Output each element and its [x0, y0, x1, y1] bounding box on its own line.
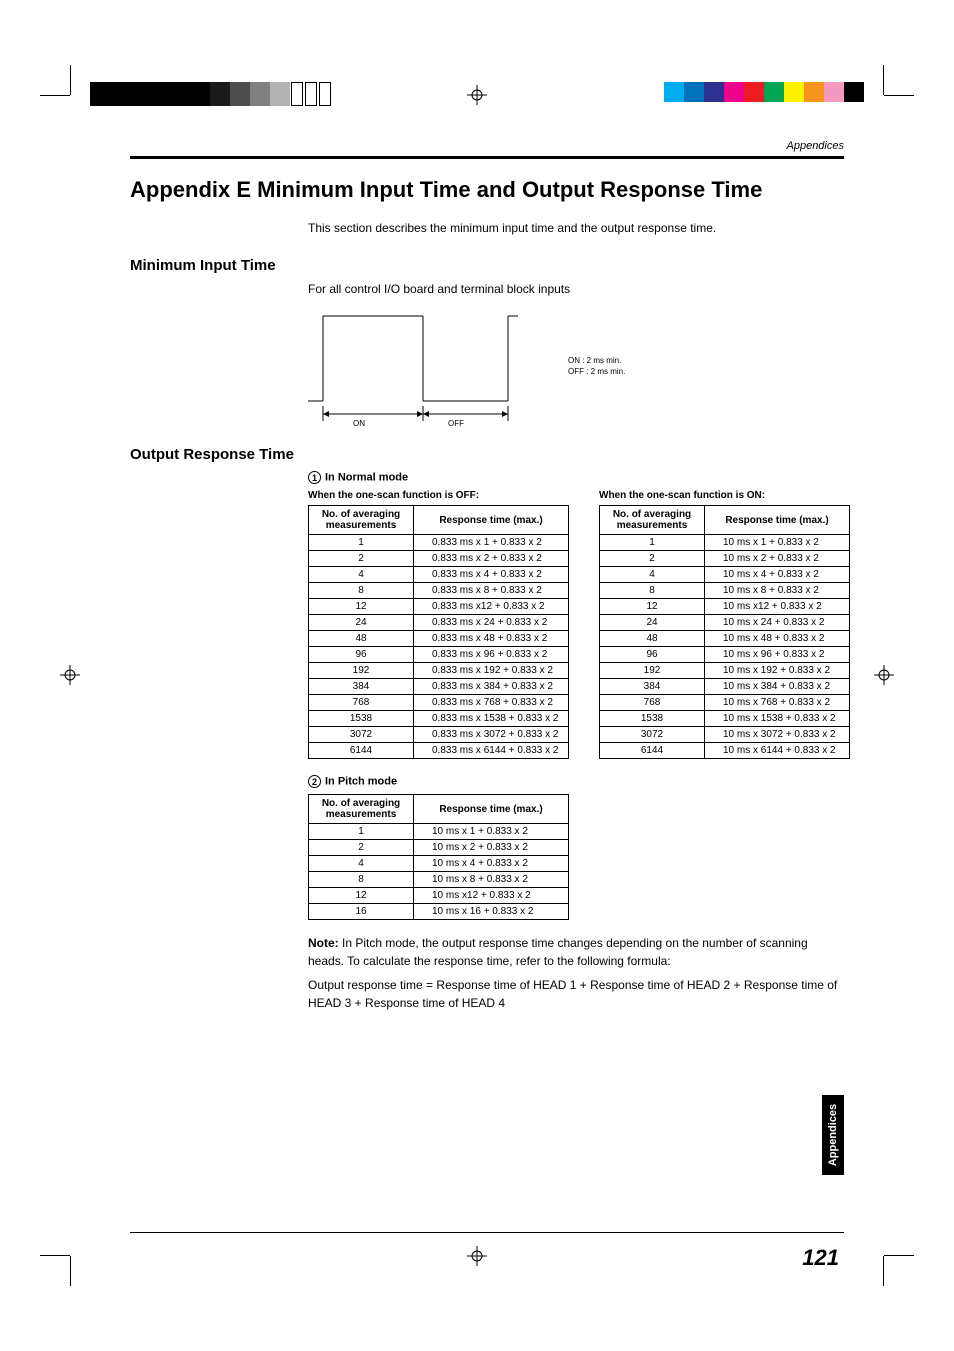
crop-mark [70, 65, 71, 95]
table-row: 3840.833 ms x 384 + 0.833 x 2 [309, 679, 569, 695]
header-rule [130, 156, 844, 159]
table-row: 15380.833 ms x 1538 + 0.833 x 2 [309, 711, 569, 727]
circled-number-icon: 2 [308, 775, 321, 788]
mode-heading: 2In Pitch mode [308, 775, 844, 788]
table-row: 9610 ms x 96 + 0.833 x 2 [600, 647, 850, 663]
circled-number-icon: 1 [308, 471, 321, 484]
table-row: 20.833 ms x 2 + 0.833 x 2 [309, 551, 569, 567]
diagram-on-label: ON [353, 419, 365, 428]
table-header: No. of averaging measurements [309, 795, 414, 824]
table-row: 614410 ms x 6144 + 0.833 x 2 [600, 743, 850, 759]
table-row: 110 ms x 1 + 0.833 x 2 [600, 535, 850, 551]
response-table-off: No. of averaging measurements Response t… [308, 505, 569, 759]
running-header: Appendices [130, 140, 844, 152]
table-row: 240.833 ms x 24 + 0.833 x 2 [309, 615, 569, 631]
table-header: No. of averaging measurements [309, 506, 414, 535]
note-block: Note: In Pitch mode, the output response… [308, 934, 844, 1012]
table-row: 1210 ms x12 + 0.833 x 2 [600, 599, 850, 615]
table-row: 960.833 ms x 96 + 0.833 x 2 [309, 647, 569, 663]
page-number: 121 [802, 1245, 839, 1271]
color-bar [664, 82, 864, 102]
crop-mark [70, 1256, 71, 1286]
table-header: Response time (max.) [414, 795, 569, 824]
crop-mark [884, 95, 914, 96]
table-row: 19210 ms x 192 + 0.833 x 2 [600, 663, 850, 679]
table-row: 40.833 ms x 4 + 0.833 x 2 [309, 567, 569, 583]
crop-mark [40, 95, 70, 96]
diagram-off-label: OFF [448, 419, 464, 428]
table-caption: When the one-scan function is ON: [599, 490, 850, 501]
section-heading: Minimum Input Time [130, 257, 844, 274]
crop-mark [883, 65, 884, 95]
table-row: 153810 ms x 1538 + 0.833 x 2 [600, 711, 850, 727]
intro-text: This section describes the minimum input… [308, 221, 844, 235]
footer-rule [130, 1232, 844, 1233]
table-row: 210 ms x 2 + 0.833 x 2 [600, 551, 850, 567]
table-row: 4810 ms x 48 + 0.833 x 2 [600, 631, 850, 647]
table-row: 307210 ms x 3072 + 0.833 x 2 [600, 727, 850, 743]
registration-mark-icon [60, 665, 80, 685]
note-formula: Output response time = Response time of … [308, 976, 844, 1012]
table-header: No. of averaging measurements [600, 506, 705, 535]
table-caption: When the one-scan function is OFF: [308, 490, 569, 501]
response-table-pitch: No. of averaging measurements Response t… [308, 794, 569, 920]
table-row: 810 ms x 8 + 0.833 x 2 [600, 583, 850, 599]
table-row: 80.833 ms x 8 + 0.833 x 2 [309, 583, 569, 599]
table-row: 38410 ms x 384 + 0.833 x 2 [600, 679, 850, 695]
table-row: 2410 ms x 24 + 0.833 x 2 [600, 615, 850, 631]
response-table-on: No. of averaging measurements Response t… [599, 505, 850, 759]
table-row: 61440.833 ms x 6144 + 0.833 x 2 [309, 743, 569, 759]
table-row: 10.833 ms x 1 + 0.833 x 2 [309, 535, 569, 551]
table-row: 30720.833 ms x 3072 + 0.833 x 2 [309, 727, 569, 743]
table-row: 76810 ms x 768 + 0.833 x 2 [600, 695, 850, 711]
diagram-legend: ON : 2 ms min. OFF : 2 ms min. [568, 355, 625, 377]
table-row: 110 ms x 1 + 0.833 x 2 [309, 824, 569, 840]
table-row: 7680.833 ms x 768 + 0.833 x 2 [309, 695, 569, 711]
side-tab: Appendices [822, 1095, 844, 1175]
table-header: Response time (max.) [414, 506, 569, 535]
registration-mark-icon [467, 1246, 487, 1266]
table-row: 1210 ms x12 + 0.833 x 2 [309, 888, 569, 904]
table-row: 410 ms x 4 + 0.833 x 2 [600, 567, 850, 583]
registration-mark-icon [467, 85, 487, 105]
timing-diagram: ON OFF [308, 306, 518, 426]
table-row: 480.833 ms x 48 + 0.833 x 2 [309, 631, 569, 647]
table-header: Response time (max.) [705, 506, 850, 535]
table-row: 210 ms x 2 + 0.833 x 2 [309, 840, 569, 856]
table-row: 810 ms x 8 + 0.833 x 2 [309, 872, 569, 888]
table-row: 120.833 ms x12 + 0.833 x 2 [309, 599, 569, 615]
crop-mark [884, 1255, 914, 1256]
table-row: 1610 ms x 16 + 0.833 x 2 [309, 904, 569, 920]
table-row: 1920.833 ms x 192 + 0.833 x 2 [309, 663, 569, 679]
page-title: Appendix E Minimum Input Time and Output… [130, 177, 844, 203]
section-heading: Output Response Time [130, 446, 844, 463]
grayscale-bar [90, 82, 332, 106]
registration-mark-icon [874, 665, 894, 685]
section-subtext: For all control I/O board and terminal b… [308, 282, 844, 296]
table-row: 410 ms x 4 + 0.833 x 2 [309, 856, 569, 872]
crop-mark [40, 1255, 70, 1256]
mode-heading: 1In Normal mode [308, 471, 844, 484]
crop-mark [883, 1256, 884, 1286]
